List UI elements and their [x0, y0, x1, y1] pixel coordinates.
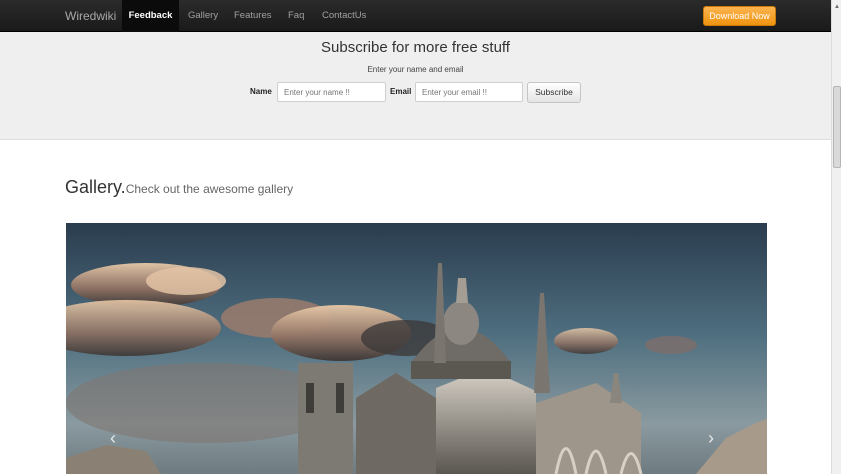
- nav-item-faq[interactable]: Faq: [288, 0, 304, 32]
- nav-item-contactus[interactable]: ContactUs: [322, 0, 366, 32]
- nav-item-features[interactable]: Features: [234, 0, 272, 32]
- subscribe-title: Subscribe for more free stuff: [321, 39, 510, 56]
- gallery-heading: Gallery.Check out the awesome gallery: [65, 177, 293, 198]
- vertical-scrollbar[interactable]: ▲: [831, 0, 841, 474]
- scroll-up-icon[interactable]: ▲: [832, 0, 841, 14]
- chevron-left-icon[interactable]: ‹: [110, 428, 116, 449]
- brand-logo[interactable]: Wiredwiki: [65, 9, 116, 23]
- chevron-right-icon[interactable]: ›: [708, 428, 714, 449]
- email-input[interactable]: [415, 82, 523, 102]
- scrollbar-thumb[interactable]: [833, 86, 841, 168]
- top-navbar: Wiredwiki Feedback Gallery Features Faq …: [0, 0, 831, 32]
- email-label: Email: [390, 87, 412, 96]
- name-input[interactable]: [277, 82, 386, 102]
- name-label: Name: [250, 87, 272, 96]
- subscribe-button[interactable]: Subscribe: [527, 82, 581, 103]
- subscribe-section: Subscribe for more free stuff Enter your…: [0, 32, 831, 140]
- nav-item-gallery[interactable]: Gallery: [188, 0, 218, 32]
- download-now-button[interactable]: Download Now: [703, 6, 776, 26]
- cathedral-image: [66, 223, 767, 474]
- subscribe-subtitle: Enter your name and email: [367, 65, 464, 74]
- gallery-subtitle: Check out the awesome gallery: [125, 182, 294, 196]
- gallery-title: Gallery.: [65, 177, 126, 197]
- page: Wiredwiki Feedback Gallery Features Faq …: [0, 0, 831, 474]
- nav-item-feedback[interactable]: Feedback: [122, 0, 179, 32]
- gallery-carousel[interactable]: [66, 223, 767, 474]
